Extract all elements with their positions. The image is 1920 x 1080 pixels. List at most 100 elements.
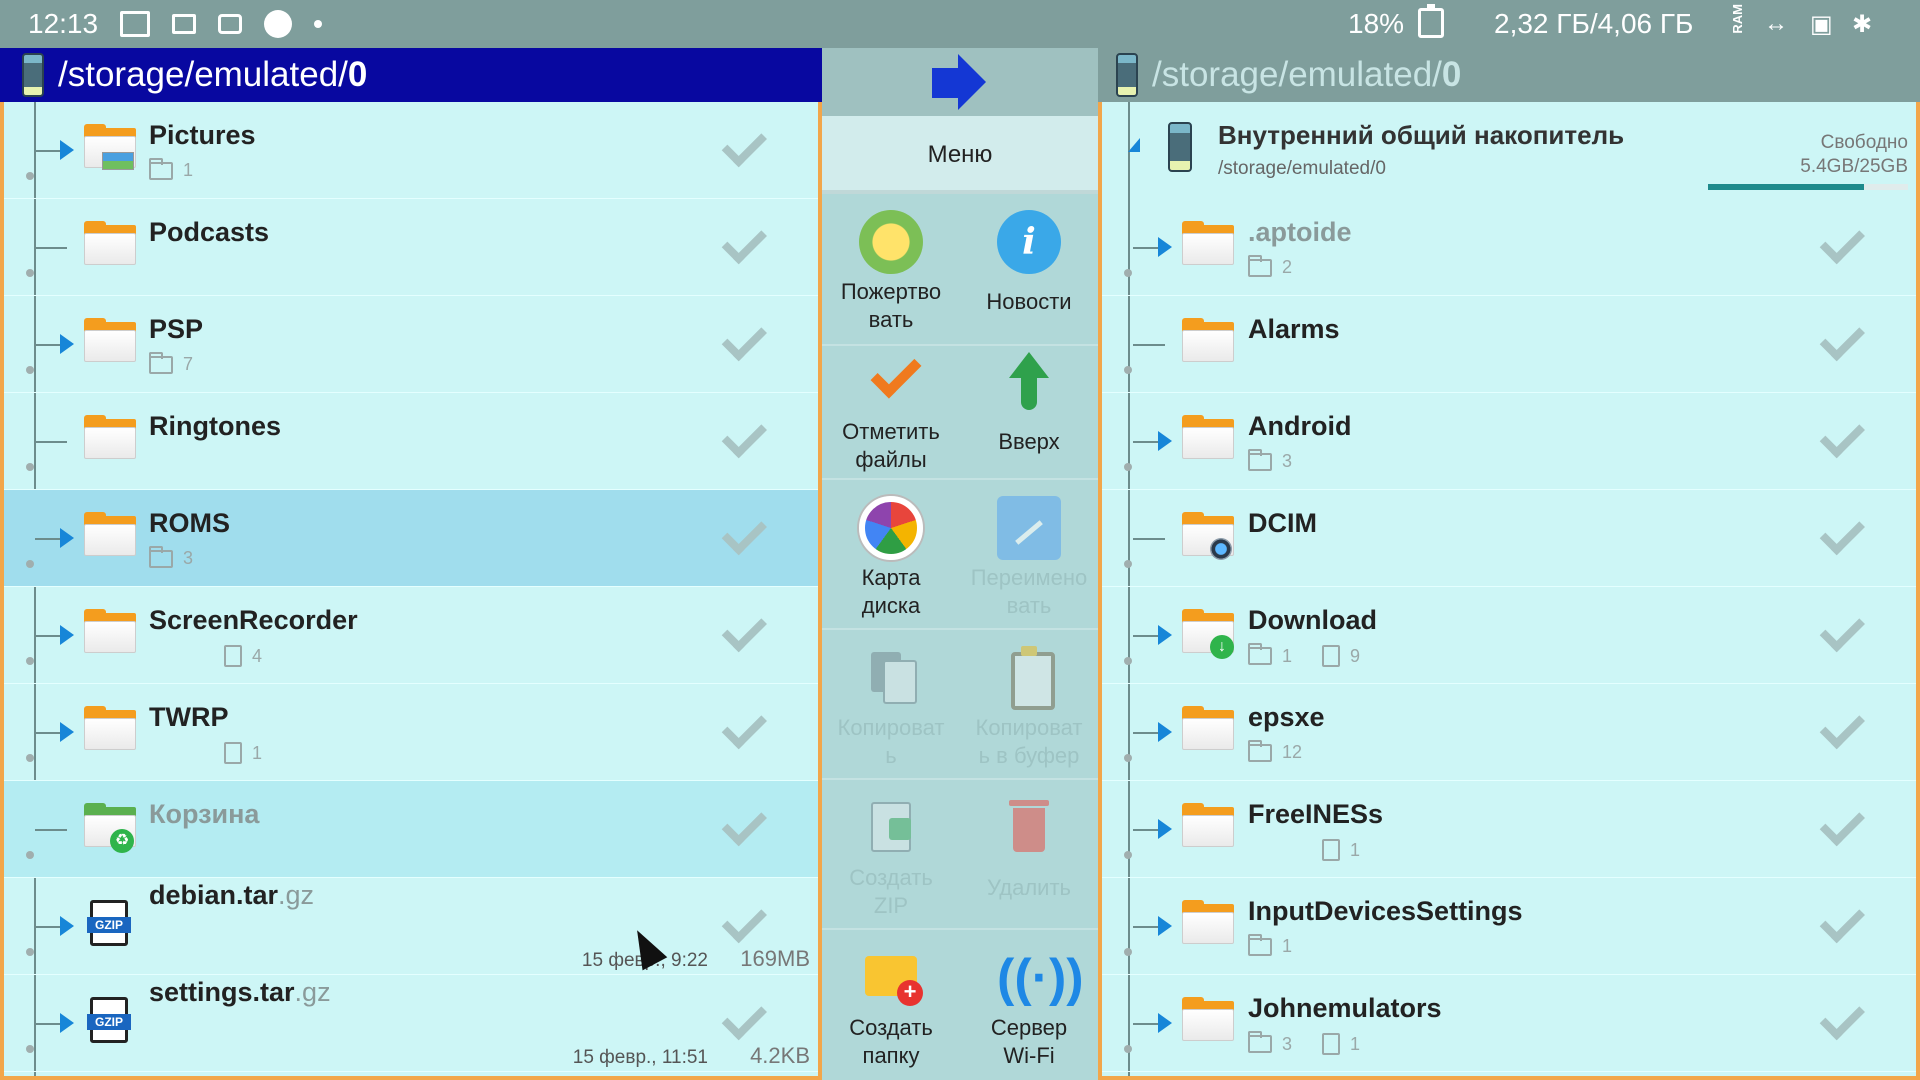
select-check-icon[interactable] (1824, 710, 1868, 740)
file-count-icon (1322, 1033, 1341, 1055)
expand-arrow-icon[interactable] (1158, 722, 1172, 742)
right-path-header[interactable]: /storage/emulated/0 (1098, 48, 1920, 102)
donate-button[interactable]: Пожертво вать (822, 210, 960, 334)
tree-branch (35, 829, 67, 831)
list-item[interactable]: Johnemulators 31 (1102, 975, 1916, 1072)
copy-to-clipboard-button[interactable]: Копироват ь в буфер (960, 646, 1098, 770)
create-zip-button[interactable]: Создать ZIP (822, 796, 960, 920)
select-check-icon[interactable] (726, 225, 770, 255)
list-item[interactable]: ↓ Download 19 (1102, 587, 1916, 684)
expand-arrow-icon[interactable] (60, 916, 74, 936)
select-check-icon[interactable] (726, 322, 770, 352)
list-item[interactable]: Pictures 1 (4, 102, 818, 199)
file-size: 4.2KB (750, 1043, 810, 1068)
list-item[interactable]: Podcasts (4, 199, 818, 296)
disk-map-icon (859, 496, 923, 560)
tree-branch (1133, 344, 1165, 346)
expand-arrow-icon[interactable] (60, 722, 74, 742)
list-item[interactable]: FreeINESs 1 (1102, 781, 1916, 878)
expand-arrow-icon[interactable] (60, 1013, 74, 1033)
select-check-icon[interactable] (726, 710, 770, 740)
list-item[interactable]: .aptoide 2 (1102, 199, 1916, 296)
list-item[interactable]: TWRP 1 (4, 684, 818, 781)
select-check-icon[interactable] (726, 904, 770, 934)
tree-dot (26, 754, 34, 762)
list-item[interactable]: Android 3 (1102, 393, 1916, 490)
list-item[interactable]: InputDevicesSettings 1 (1102, 878, 1916, 975)
left-path: /storage/emulated/0 (58, 55, 368, 94)
select-check-icon[interactable] (1824, 613, 1868, 643)
select-check-icon[interactable] (1824, 1001, 1868, 1031)
select-check-icon[interactable] (1824, 516, 1868, 546)
select-check-icon[interactable] (1824, 807, 1868, 837)
list-item[interactable]: epsxe 12 (1102, 684, 1916, 781)
left-file-list[interactable]: Pictures 1 Podcasts PSP 7 Ringtones ROMS… (0, 102, 822, 1080)
list-item[interactable]: ♻ Корзина (4, 781, 818, 878)
list-item[interactable]: Ringtones (4, 393, 818, 490)
tree-dot (1124, 1045, 1132, 1053)
expand-arrow-icon[interactable] (1158, 1013, 1172, 1033)
select-check-icon[interactable] (726, 613, 770, 643)
expand-arrow-icon[interactable] (1158, 819, 1172, 839)
select-check-icon[interactable] (1824, 419, 1868, 449)
storage-header[interactable]: Внутренний общий накопитель /storage/emu… (1102, 102, 1916, 198)
disk-map-button[interactable]: Карта диска (822, 496, 960, 620)
tree-branch (35, 538, 63, 540)
expand-arrow-icon[interactable] (60, 625, 74, 645)
collapse-arrow-icon[interactable] (1128, 138, 1140, 152)
list-item[interactable]: GZIP settings.tar.gz 15 февр., 11:51 4.2… (4, 975, 818, 1072)
expand-arrow-icon[interactable] (1158, 916, 1172, 936)
select-check-icon[interactable] (1824, 904, 1868, 934)
item-name: .aptoide (1248, 217, 1352, 247)
zip-icon (859, 796, 923, 860)
list-item[interactable]: DCIM (1102, 490, 1916, 587)
select-check-icon[interactable] (726, 128, 770, 158)
delete-button[interactable]: Удалить (960, 796, 1098, 902)
list-item[interactable]: Alarms (1102, 296, 1916, 393)
select-check-icon[interactable] (726, 1001, 770, 1031)
expand-arrow-icon[interactable] (1158, 625, 1172, 645)
up-button[interactable]: Вверх (960, 350, 1098, 456)
folder-count-icon (1248, 254, 1272, 277)
folder-icon (1182, 900, 1234, 944)
expand-arrow-icon[interactable] (1158, 431, 1172, 451)
list-item[interactable]: ScreenRecorder 4 (4, 587, 818, 684)
create-folder-button[interactable]: Создатьпапку (822, 946, 960, 1070)
rename-button[interactable]: Переимено вать (960, 496, 1098, 620)
expand-arrow-icon[interactable] (60, 140, 74, 160)
right-file-list[interactable]: Внутренний общий накопитель /storage/emu… (1098, 102, 1920, 1080)
select-check-icon[interactable] (1824, 322, 1868, 352)
left-path-header[interactable]: /storage/emulated/0 (0, 48, 822, 102)
select-check-icon[interactable] (726, 807, 770, 837)
folder-icon (84, 609, 136, 653)
list-item-selected[interactable]: ROMS 3 (4, 490, 818, 587)
folder-count-icon (1248, 739, 1272, 762)
copy-direction-button[interactable] (822, 48, 1098, 116)
select-files-button[interactable]: Отметить файлы (822, 350, 960, 474)
select-check-icon[interactable] (726, 516, 770, 546)
expand-arrow-icon[interactable] (60, 334, 74, 354)
folder-icon (1182, 706, 1234, 750)
folder-count-icon (1248, 643, 1272, 665)
tree-branch (1133, 829, 1161, 831)
cast-icon (218, 14, 242, 34)
news-button[interactable]: i Новости (960, 210, 1098, 316)
list-item[interactable]: GZIP debian.tar.gz 15 февр., 9:22 169MB (4, 878, 818, 975)
screen-icon (120, 11, 150, 37)
battery-percent: 18% (1348, 8, 1405, 39)
menu-divider (822, 928, 1098, 930)
item-name: ROMS (149, 508, 230, 538)
copy-button[interactable]: Копироват ь (822, 646, 960, 770)
tree-branch (35, 732, 63, 734)
expand-arrow-icon[interactable] (1158, 237, 1172, 257)
battery-icon (1418, 4, 1444, 38)
expand-arrow-icon[interactable] (60, 528, 74, 548)
file-count-icon (1322, 839, 1340, 861)
up-arrow-icon (997, 350, 1061, 414)
select-check-icon[interactable] (1824, 225, 1868, 255)
wifi-server-button[interactable]: ((·)) Сервер Wi-Fi (960, 946, 1098, 1070)
menu-title[interactable]: Меню (822, 116, 1098, 194)
select-check-icon[interactable] (726, 419, 770, 449)
list-item[interactable]: PSP 7 (4, 296, 818, 393)
menu-divider (822, 778, 1098, 780)
